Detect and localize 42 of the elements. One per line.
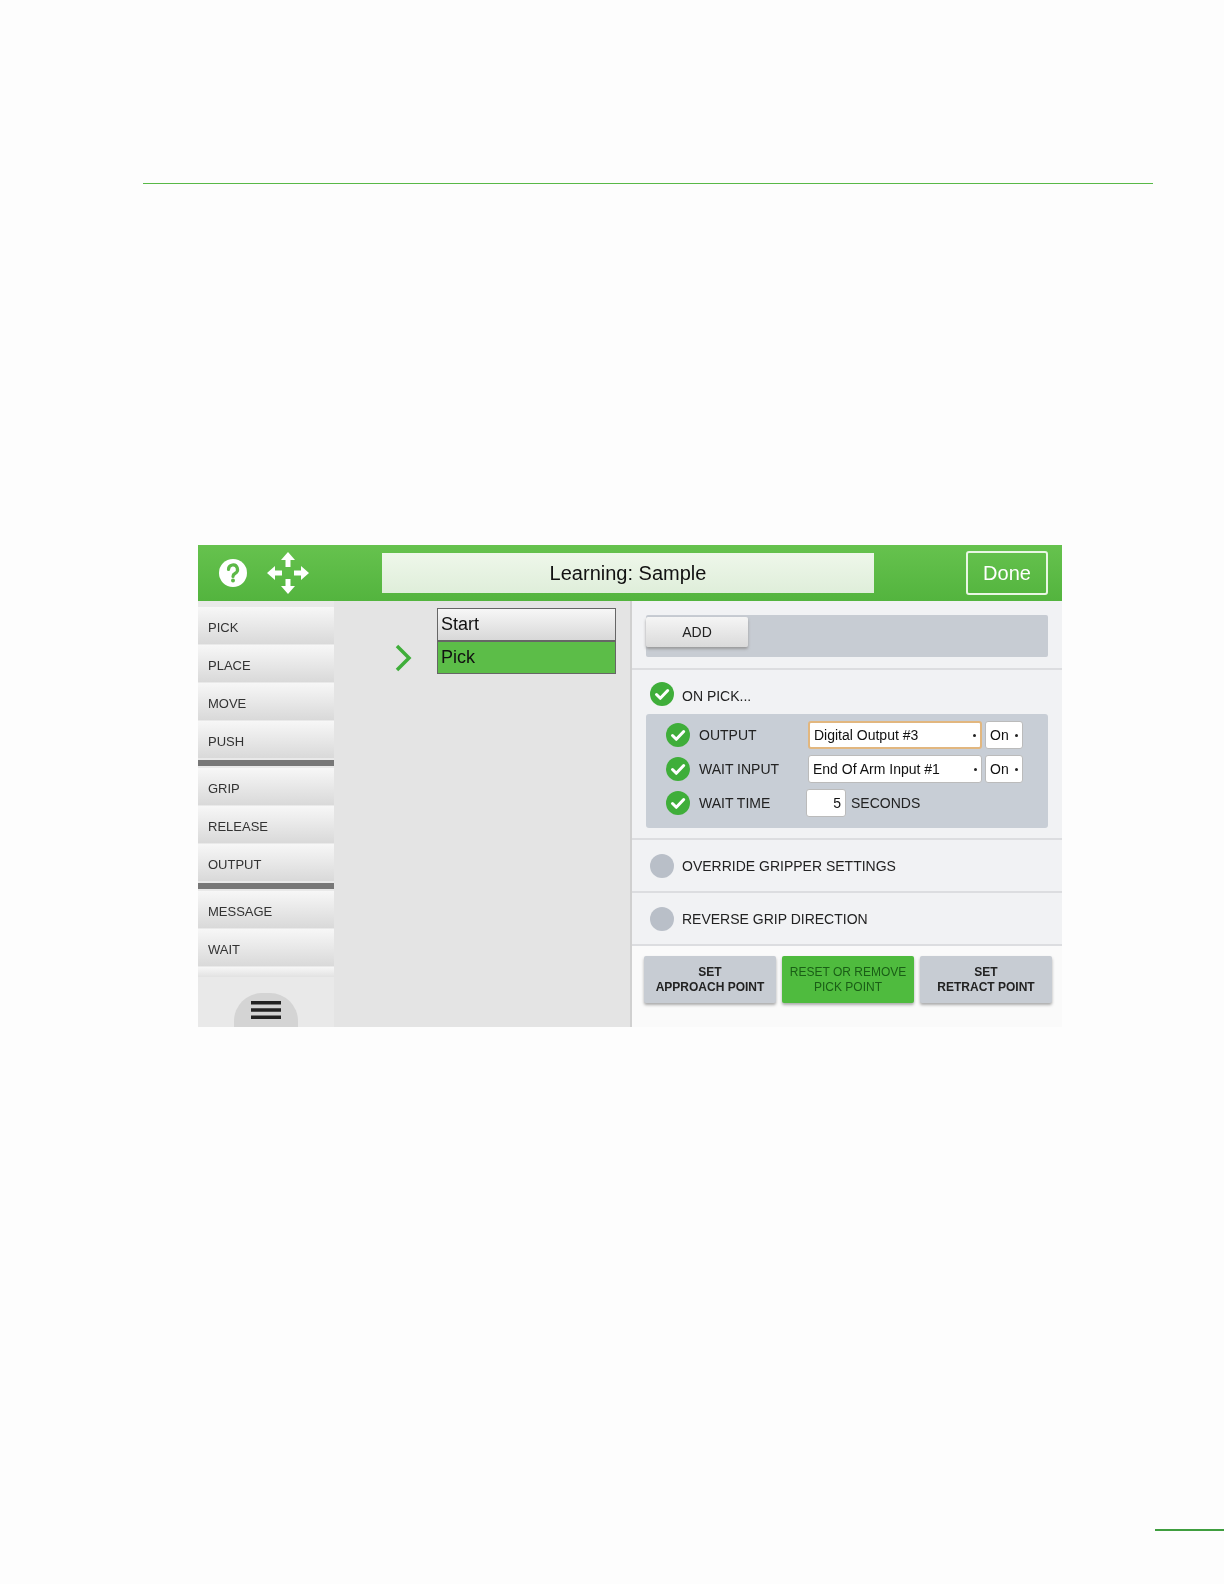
checkmark-icon[interactable]	[666, 723, 690, 747]
menu-icon	[251, 1000, 281, 1020]
dropdown-field[interactable]: On	[985, 721, 1023, 749]
toggle-circle[interactable]	[650, 853, 674, 878]
sequence-item[interactable]: Pick	[437, 641, 616, 674]
setting-label: OUTPUT	[699, 727, 758, 743]
palette-button[interactable]: OUTPUT	[198, 844, 334, 881]
palette-button[interactable]: MOVE	[198, 683, 334, 720]
palette-button[interactable]: WAIT	[198, 929, 334, 966]
setting-label: WAIT INPUT	[699, 761, 781, 777]
palette-button[interactable]: RELEASE	[198, 806, 334, 843]
sequence-item[interactable]: Start	[437, 608, 616, 641]
caret-icon	[1015, 767, 1018, 771]
add-button[interactable]: ADD	[646, 617, 748, 647]
menu-tab[interactable]	[234, 993, 298, 1027]
toggle-circle[interactable]	[650, 906, 674, 931]
palette-button[interactable]: PUSH	[198, 721, 334, 758]
option-label: OVERRIDE GRIPPER SETTINGS	[682, 857, 896, 874]
caret-icon	[973, 733, 976, 737]
caret-icon	[1015, 733, 1018, 737]
palette-button[interactable]: PICK	[198, 607, 334, 644]
palette-button[interactable]: GRIP	[198, 768, 334, 805]
setting-label: WAIT TIME	[699, 795, 772, 811]
palette-button[interactable]: PLACE	[198, 645, 334, 682]
chevron-icon	[394, 642, 412, 673]
move-arrows-icon[interactable]	[266, 551, 310, 595]
dropdown-field[interactable]: End Of Arm Input #1	[808, 755, 982, 783]
section-label: ON PICK...	[682, 688, 752, 704]
dropdown-field[interactable]: Digital Output #3	[808, 721, 982, 749]
unit-label: SECONDS	[851, 795, 921, 811]
checkmark-icon[interactable]	[666, 757, 690, 781]
number-field[interactable]: 5	[806, 789, 846, 817]
window-title: Learning: Sample	[382, 553, 874, 593]
checkmark-icon[interactable]	[666, 791, 690, 815]
caret-icon	[974, 767, 977, 771]
checkmark-icon[interactable]	[650, 682, 674, 706]
palette-button[interactable]: MESSAGE	[198, 891, 334, 928]
help-icon[interactable]	[218, 558, 248, 588]
option-label: REVERSE GRIP DIRECTION	[682, 910, 868, 927]
action-button[interactable]: SET RETRACT POINT	[920, 956, 1052, 1003]
action-button[interactable]: SET APPROACH POINT	[644, 956, 776, 1003]
dropdown-field[interactable]: On	[985, 755, 1023, 783]
